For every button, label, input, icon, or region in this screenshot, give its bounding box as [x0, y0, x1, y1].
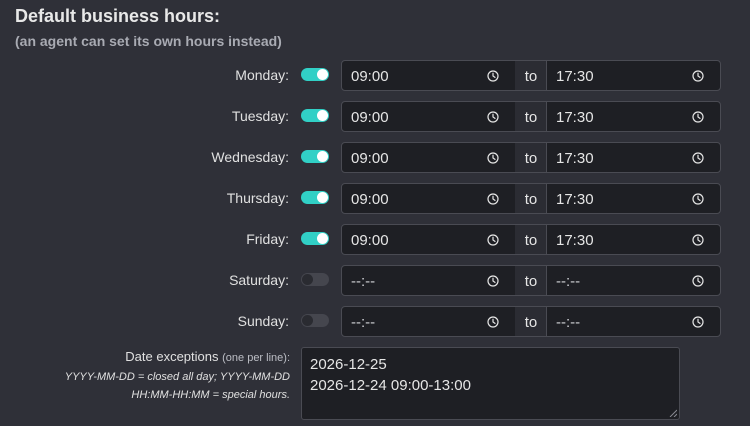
toggle-knob: [317, 233, 328, 244]
page-subtitle: (an agent can set its own hours instead): [15, 33, 282, 49]
clock-icon[interactable]: [487, 234, 499, 246]
start-time-value: 09:00: [351, 150, 389, 167]
start-time-value: 09:00: [351, 109, 389, 126]
end-time-input[interactable]: 17:30: [546, 142, 721, 173]
end-time-input[interactable]: --:--: [546, 306, 721, 337]
clock-icon[interactable]: [487, 193, 499, 205]
resize-handle-icon[interactable]: [669, 409, 677, 417]
day-label: Sunday:: [237, 313, 289, 329]
day-row: Wednesday: 09:00 to 17:30: [0, 142, 750, 173]
start-time-input[interactable]: --:--: [341, 306, 516, 337]
exceptions-label-text: Date exceptions: [125, 349, 219, 364]
end-time-input[interactable]: 17:30: [546, 101, 721, 132]
day-row: Friday: 09:00 to 17:30: [0, 224, 750, 255]
clock-icon[interactable]: [487, 275, 499, 287]
day-label: Saturday:: [229, 272, 289, 288]
end-time-value: 17:30: [556, 109, 594, 126]
to-separator: to: [515, 142, 547, 173]
clock-icon[interactable]: [692, 316, 704, 328]
exceptions-help-line2: HH:MM-HH:MM = special hours.: [131, 389, 290, 401]
day-toggle[interactable]: [301, 273, 329, 286]
to-separator: to: [515, 265, 547, 296]
to-label: to: [524, 68, 538, 85]
exceptions-line: 2026-12-24 09:00-13:00: [310, 377, 471, 394]
end-time-value: 17:30: [556, 232, 594, 249]
to-label: to: [524, 150, 538, 167]
day-row: Tuesday: 09:00 to 17:30: [0, 101, 750, 132]
day-row: Sunday: --:-- to --:--: [0, 306, 750, 337]
clock-icon[interactable]: [692, 152, 704, 164]
to-separator: to: [515, 224, 547, 255]
exceptions-help-line1: YYYY-MM-DD = closed all day; YYYY-MM-DD: [64, 371, 290, 383]
clock-icon[interactable]: [692, 111, 704, 123]
exceptions-label-note: (one per line):: [222, 352, 290, 364]
end-time-value: --:--: [556, 273, 581, 290]
end-time-input[interactable]: 17:30: [546, 183, 721, 214]
to-separator: to: [515, 60, 547, 91]
start-time-input[interactable]: 09:00: [341, 60, 516, 91]
to-label: to: [524, 273, 538, 290]
day-label: Monday:: [235, 67, 289, 83]
page-title: Default business hours:: [15, 6, 221, 26]
end-time-value: 17:30: [556, 191, 594, 208]
start-time-value: --:--: [351, 273, 376, 290]
day-label: Thursday:: [226, 190, 289, 206]
exceptions-label: Date exceptions (one per line):: [125, 349, 290, 364]
exceptions-textarea[interactable]: 2026-12-25 2026-12-24 09:00-13:00: [301, 347, 680, 420]
day-toggle[interactable]: [301, 232, 329, 245]
exceptions-line: 2026-12-25: [310, 356, 387, 373]
end-time-value: --:--: [556, 314, 581, 331]
day-label: Tuesday:: [231, 108, 289, 124]
clock-icon[interactable]: [487, 111, 499, 123]
start-time-input[interactable]: 09:00: [341, 101, 516, 132]
to-separator: to: [515, 101, 547, 132]
end-time-value: 17:30: [556, 150, 594, 167]
end-time-input[interactable]: --:--: [546, 265, 721, 296]
clock-icon[interactable]: [487, 70, 499, 82]
day-toggle[interactable]: [301, 109, 329, 122]
day-label: Friday:: [246, 231, 289, 247]
clock-icon[interactable]: [487, 152, 499, 164]
start-time-input[interactable]: --:--: [341, 265, 516, 296]
start-time-value: --:--: [351, 314, 376, 331]
start-time-input[interactable]: 09:00: [341, 142, 516, 173]
toggle-knob: [317, 110, 328, 121]
day-row: Monday: 09:00 to 17:30: [0, 60, 750, 91]
day-toggle[interactable]: [301, 191, 329, 204]
toggle-knob: [317, 151, 328, 162]
to-label: to: [524, 109, 538, 126]
end-time-input[interactable]: 17:30: [546, 60, 721, 91]
day-toggle[interactable]: [301, 68, 329, 81]
toggle-knob: [317, 192, 328, 203]
toggle-knob: [302, 274, 313, 285]
day-label: Wednesday:: [211, 149, 289, 165]
day-toggle[interactable]: [301, 314, 329, 327]
toggle-knob: [317, 69, 328, 80]
start-time-value: 09:00: [351, 68, 389, 85]
to-label: to: [524, 191, 538, 208]
to-separator: to: [515, 306, 547, 337]
clock-icon[interactable]: [692, 70, 704, 82]
day-row: Saturday: --:-- to --:--: [0, 265, 750, 296]
to-separator: to: [515, 183, 547, 214]
day-toggle[interactable]: [301, 150, 329, 163]
start-time-value: 09:00: [351, 232, 389, 249]
clock-icon[interactable]: [692, 275, 704, 287]
toggle-knob: [302, 315, 313, 326]
start-time-value: 09:00: [351, 191, 389, 208]
start-time-input[interactable]: 09:00: [341, 183, 516, 214]
clock-icon[interactable]: [692, 193, 704, 205]
end-time-value: 17:30: [556, 68, 594, 85]
to-label: to: [524, 232, 538, 249]
to-label: to: [524, 314, 538, 331]
clock-icon[interactable]: [692, 234, 704, 246]
start-time-input[interactable]: 09:00: [341, 224, 516, 255]
clock-icon[interactable]: [487, 316, 499, 328]
end-time-input[interactable]: 17:30: [546, 224, 721, 255]
day-row: Thursday: 09:00 to 17:30: [0, 183, 750, 214]
